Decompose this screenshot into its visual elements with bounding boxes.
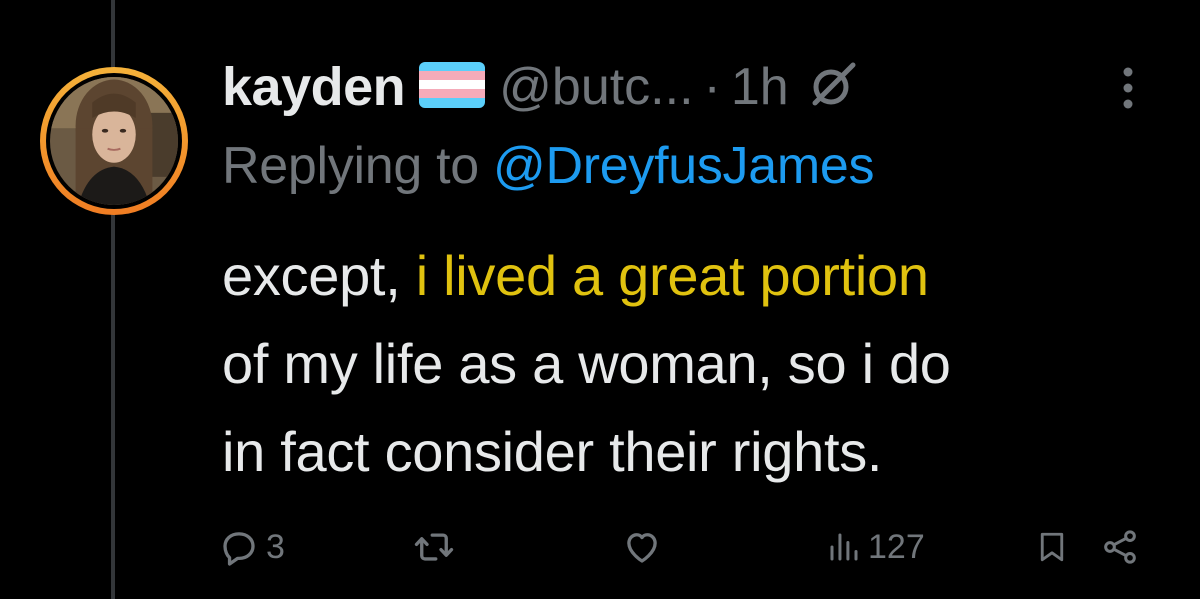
views-count: 127 [868,527,925,566]
replying-to-mention[interactable]: @DreyfusJames [493,137,875,195]
avatar[interactable] [50,77,178,205]
grok-icon[interactable] [809,61,857,114]
views-button[interactable]: 127 [826,522,925,572]
tweet-text-line: in fact consider their rights. [222,408,1162,496]
display-name[interactable]: kayden [222,56,406,118]
action-bar: 3 127 [218,522,1148,572]
views-icon [830,533,858,561]
bookmark-icon [1040,532,1064,562]
reply-button[interactable]: 3 [218,522,285,572]
reply-count: 3 [266,527,285,566]
tweet-text-line: of my life as a woman, so i do [222,320,1162,408]
like-button[interactable] [620,522,670,572]
tweet-text-line: except, i lived a great portion [222,232,1162,320]
transgender-flag-icon [419,61,486,113]
share-icon [1104,530,1136,564]
retweet-button[interactable] [412,522,462,572]
share-button[interactable] [1100,522,1140,572]
tweet-text-highlight: i lived a great portion [415,244,929,307]
more-vertical-icon[interactable] [1118,64,1138,117]
user-handle[interactable]: @butc... [499,57,693,117]
tweet-text-plain: of my life as a woman, so i do [222,332,951,395]
reply-icon [223,532,255,566]
replying-to-prefix: Replying to [222,137,493,195]
avatar-border [46,73,182,209]
heart-icon [627,533,657,563]
replying-to: Replying to @DreyfusJames [222,136,875,196]
retweet-icon [414,533,454,561]
tweet-text-plain: in fact consider their rights. [222,420,883,483]
tweet-text: except, i lived a great portion of my li… [222,232,1162,496]
tweet-header: kayden @butc... · 1h [222,52,857,122]
separator-dot: · [703,58,721,116]
avatar-ring[interactable] [40,67,188,215]
timestamp[interactable]: 1h [731,57,789,117]
bookmark-button[interactable] [1034,522,1070,572]
tweet-text-plain: except, [222,244,416,307]
